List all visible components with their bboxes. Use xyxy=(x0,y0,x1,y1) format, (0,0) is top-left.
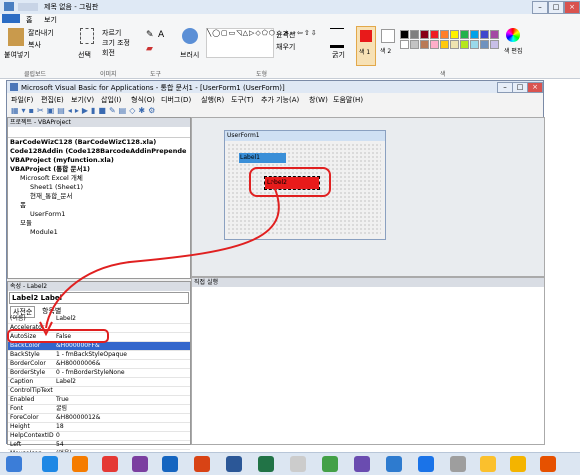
taskbar-icon[interactable] xyxy=(194,456,210,472)
taskbar-icon[interactable] xyxy=(480,456,496,472)
taskbar-icon[interactable] xyxy=(450,456,466,472)
taskbar-icon[interactable] xyxy=(258,456,274,472)
taskbar-icon[interactable] xyxy=(540,456,556,472)
taskbar xyxy=(0,452,580,475)
taskbar-icon[interactable] xyxy=(102,456,118,472)
annotation-arrow xyxy=(45,181,280,329)
taskbar-icon[interactable] xyxy=(162,456,178,472)
taskbar-icon[interactable] xyxy=(386,456,402,472)
taskbar-icon[interactable] xyxy=(290,456,306,472)
annotation-backcolor-highlight xyxy=(7,329,109,343)
taskbar-icon[interactable] xyxy=(510,456,526,472)
taskbar-icon[interactable] xyxy=(322,456,338,472)
taskbar-icon[interactable] xyxy=(418,456,434,472)
annotation-overlay xyxy=(7,181,280,343)
taskbar-icon[interactable] xyxy=(226,456,242,472)
taskbar-icon[interactable] xyxy=(132,456,148,472)
start-icon[interactable] xyxy=(6,456,22,472)
taskbar-icon[interactable] xyxy=(42,456,58,472)
taskbar-icon[interactable] xyxy=(354,456,370,472)
taskbar-icon[interactable] xyxy=(72,456,88,472)
